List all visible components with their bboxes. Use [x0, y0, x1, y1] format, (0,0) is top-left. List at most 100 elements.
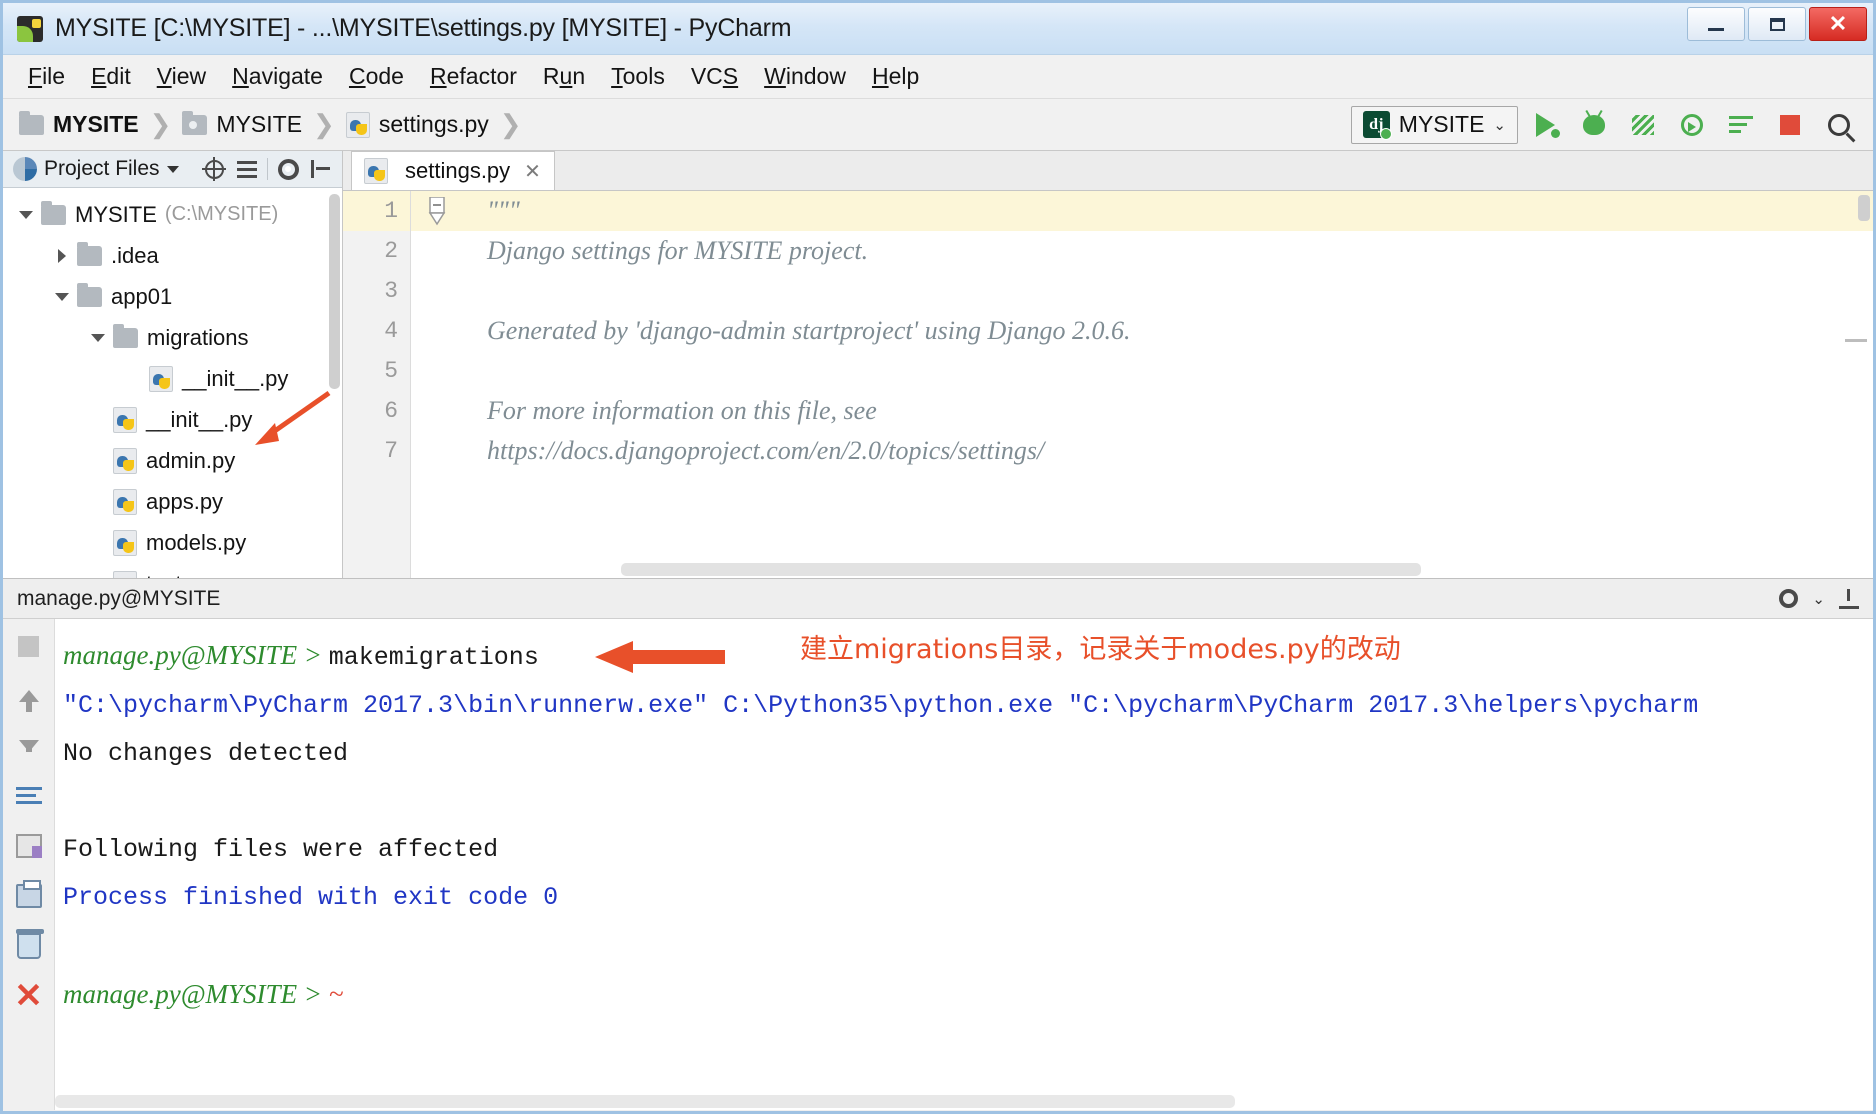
breadcrumb-item-file[interactable]: settings.py — [346, 111, 489, 138]
divider — [267, 158, 268, 180]
folder-icon — [19, 115, 44, 135]
coverage-button[interactable] — [1621, 105, 1665, 145]
profiler-button[interactable] — [1670, 105, 1714, 145]
debug-button[interactable] — [1572, 105, 1616, 145]
console-output-line: Following files were affected — [63, 826, 1873, 874]
tree-item-app01[interactable]: app01 — [3, 276, 342, 317]
panel-settings-button[interactable] — [275, 156, 301, 182]
tree-item-label: .idea — [111, 243, 159, 269]
close-console-button[interactable]: ✕ — [12, 979, 46, 1013]
arrow-down-icon — [19, 740, 39, 752]
fold-gutter[interactable] — [411, 191, 471, 578]
main-split: Project Files MYSITE (C:\MYSITE) — [3, 151, 1873, 579]
collapse-all-button[interactable] — [234, 156, 260, 182]
python-file-icon — [149, 366, 173, 392]
close-button[interactable]: ✕ — [1809, 7, 1867, 41]
menu-tools[interactable]: Tools — [598, 60, 678, 93]
scroll-to-end-button[interactable] — [12, 829, 46, 863]
console-caret: ~ — [329, 979, 344, 1009]
tree-item-path: (C:\MYSITE) — [165, 203, 278, 226]
twisty-expanded-icon[interactable] — [83, 334, 113, 342]
tree-item-label: admin.py — [146, 448, 235, 474]
chevron-down-icon: ⌄ — [1493, 116, 1506, 134]
project-panel-title[interactable]: Project Files — [44, 157, 160, 181]
search-button[interactable] — [1817, 105, 1861, 145]
hide-panel-button[interactable] — [308, 156, 334, 182]
menu-file[interactable]: File — [15, 60, 78, 93]
close-icon[interactable]: ✕ — [524, 159, 541, 184]
console-prompt-line-last[interactable]: manage.py@MYSITE > ~ — [63, 970, 1873, 1018]
tree-item-mysite[interactable]: MYSITE (C:\MYSITE) — [3, 194, 342, 235]
soft-wrap-button[interactable] — [12, 779, 46, 813]
tree-item-label: app01 — [111, 284, 172, 310]
python-file-icon — [113, 448, 137, 474]
minimize-button[interactable] — [1687, 7, 1745, 41]
console-prompt-prefix: manage.py@MYSITE > — [63, 640, 329, 670]
code-text-area[interactable]: """ Django settings for MYSITE project. … — [471, 191, 1873, 578]
chevron-down-icon[interactable]: ⌄ — [1812, 590, 1825, 608]
rerun-button[interactable] — [12, 629, 46, 663]
pycharm-icon — [17, 16, 43, 42]
breadcrumb-item-project[interactable]: MYSITE — [19, 111, 139, 138]
console-command: makemigrations — [329, 643, 539, 672]
tree-item-tests[interactable]: tests.py — [3, 563, 342, 578]
editor-tab-settings-py[interactable]: settings.py ✕ — [351, 151, 555, 190]
tree-item-label: apps.py — [146, 489, 223, 515]
stop-button[interactable] — [1768, 105, 1812, 145]
editor-horizontal-scrollbar[interactable] — [621, 563, 1421, 576]
tree-item-app01-init[interactable]: __init__.py — [3, 399, 342, 440]
menu-refactor[interactable]: Refactor — [417, 60, 530, 93]
console-horizontal-scrollbar[interactable] — [55, 1095, 1235, 1108]
run-dot-icon — [1551, 129, 1560, 138]
line-number: 5 — [343, 351, 410, 391]
menu-code[interactable]: Code — [336, 60, 417, 93]
code-editor[interactable]: 1 2 3 4 5 6 7 """ — [343, 191, 1873, 578]
down-stack-button[interactable] — [12, 729, 46, 763]
chevron-down-icon[interactable] — [167, 166, 179, 173]
gear-icon[interactable] — [1779, 589, 1798, 608]
folder-open-icon — [182, 115, 207, 135]
tree-item-apps[interactable]: apps.py — [3, 481, 342, 522]
maximize-button[interactable] — [1748, 7, 1806, 41]
project-tree-scrollbar[interactable] — [329, 194, 340, 389]
run-console-button[interactable] — [1719, 105, 1763, 145]
line-number-gutter: 1 2 3 4 5 6 7 — [343, 191, 411, 578]
tree-item-migrations-init[interactable]: __init__.py — [3, 358, 342, 399]
menu-edit[interactable]: Edit — [78, 60, 144, 93]
hide-panel-icon — [311, 160, 331, 178]
twisty-collapsed-icon[interactable] — [47, 249, 77, 263]
menu-help[interactable]: Help — [859, 60, 932, 93]
clear-all-button[interactable] — [12, 929, 46, 963]
breadcrumb-item-package[interactable]: MYSITE — [182, 111, 302, 138]
target-icon — [205, 160, 224, 179]
twisty-expanded-icon[interactable] — [47, 293, 77, 301]
menu-view[interactable]: View — [144, 60, 219, 93]
editor-vertical-scrollbar[interactable] — [1858, 195, 1870, 221]
run-button[interactable] — [1523, 105, 1567, 145]
console-output[interactable]: manage.py@MYSITE > makemigrations "C:\py… — [55, 619, 1873, 1110]
tree-item-admin[interactable]: admin.py — [3, 440, 342, 481]
code-line: """ — [471, 191, 1873, 231]
tree-item-migrations[interactable]: migrations — [3, 317, 342, 358]
download-icon[interactable] — [1839, 589, 1859, 609]
coverage-icon — [1632, 115, 1654, 135]
run-configuration-selector[interactable]: dj MYSITE ⌄ — [1351, 106, 1518, 144]
project-tree: MYSITE (C:\MYSITE) .idea app01 — [3, 188, 342, 578]
profiler-icon — [1681, 114, 1703, 136]
print-button[interactable] — [12, 879, 46, 913]
fold-marker-icon[interactable] — [427, 197, 447, 227]
stop-square-icon — [1780, 115, 1800, 135]
project-panel-header: Project Files — [3, 151, 342, 188]
twisty-expanded-icon[interactable] — [11, 211, 41, 219]
tree-item-models[interactable]: models.py — [3, 522, 342, 563]
tree-item-idea[interactable]: .idea — [3, 235, 342, 276]
menu-window[interactable]: Window — [751, 60, 859, 93]
menu-navigate[interactable]: Navigate — [219, 60, 336, 93]
scroll-from-source-button[interactable] — [201, 156, 227, 182]
up-stack-button[interactable] — [12, 679, 46, 713]
run-tab-label[interactable]: manage.py@MYSITE — [17, 587, 220, 611]
menu-vcs[interactable]: VCS — [678, 60, 751, 93]
editor-area: settings.py ✕ 1 2 3 4 5 6 7 — [343, 151, 1873, 578]
tree-item-label: migrations — [147, 325, 248, 351]
menu-run[interactable]: Run — [530, 60, 598, 93]
